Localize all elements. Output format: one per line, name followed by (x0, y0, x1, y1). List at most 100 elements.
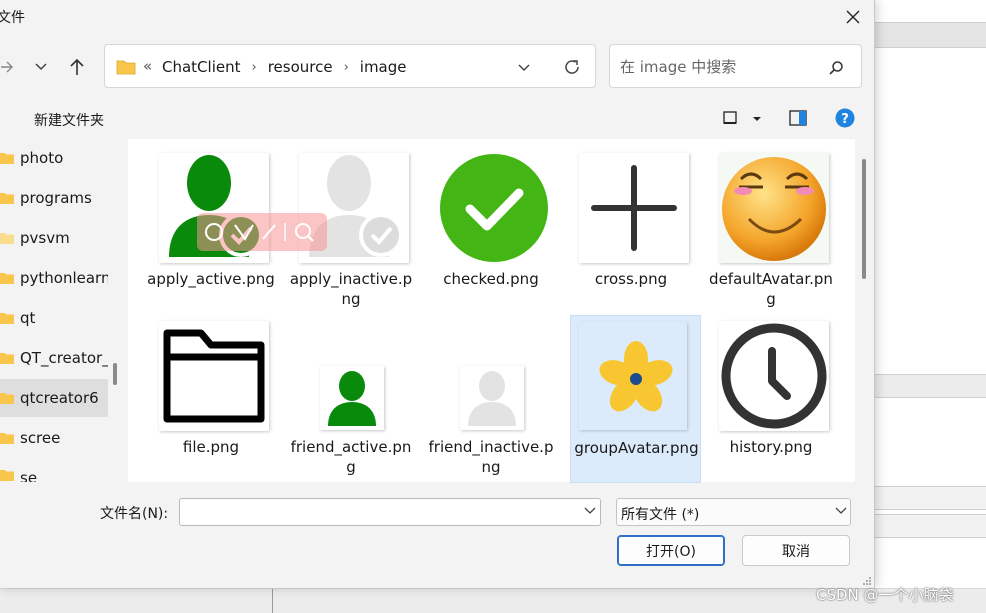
file-item-file[interactable]: file.png (152, 307, 270, 473)
folder-icon (0, 393, 14, 404)
breadcrumb-item[interactable]: image (357, 58, 410, 76)
command-bar: 新建文件夹 ? (0, 100, 874, 138)
sidebar-item-pvsvm[interactable]: pvsvm (0, 219, 108, 257)
background-row (874, 514, 986, 538)
chevron-down-icon[interactable] (517, 63, 531, 73)
sidebar-item-label: pvsvm (20, 229, 70, 247)
preview-pane-icon (789, 110, 807, 126)
filename-input[interactable] (186, 503, 570, 523)
svg-text:?: ? (841, 112, 849, 127)
file-item-group-avatar[interactable]: groupAvatar.png (570, 315, 701, 483)
close-icon (846, 10, 860, 24)
sidebar-item-label: QT_creator_ (20, 349, 108, 367)
file-name: history.png (729, 438, 813, 456)
filename-combobox[interactable] (179, 498, 601, 526)
folder-outline-icon (159, 321, 269, 431)
file-list: apply_active.png apply_inactive.png chec… (128, 139, 855, 483)
file-item-history[interactable]: history.png (712, 307, 830, 473)
file-name: friend_inactive.png (428, 438, 554, 476)
folder-icon (116, 60, 136, 75)
smiley-face-icon (719, 153, 829, 263)
flower-icon (579, 322, 687, 430)
folder-icon (0, 193, 14, 204)
filename-label: 文件名(N): (100, 506, 169, 522)
dialog-title: 文件 (0, 10, 25, 26)
green-user-icon (320, 366, 384, 430)
file-item-default-avatar[interactable]: defaultAvatar.png (709, 139, 833, 308)
scrollbar-thumb[interactable] (862, 159, 866, 279)
background-panel-header (874, 374, 986, 398)
search-box[interactable] (609, 44, 862, 88)
green-check-circle-icon (439, 153, 549, 263)
file-name: file.png (182, 438, 240, 456)
cancel-button[interactable]: 取消 (742, 535, 850, 566)
folder-icon (0, 233, 14, 244)
divider (272, 589, 273, 613)
background-app (874, 0, 986, 612)
sidebar-item-pythonlearn[interactable]: pythonlearn (0, 259, 108, 297)
file-type-select[interactable]: 所有文件 (*) (616, 498, 851, 526)
chevron-down-icon (35, 63, 47, 71)
sidebar-item-se[interactable]: se (0, 459, 108, 482)
close-button[interactable] (838, 2, 868, 32)
sidebar-item-label: se (20, 469, 38, 482)
background-toolbar (874, 22, 986, 48)
breadcrumb-item[interactable]: ChatClient (159, 58, 243, 76)
breadcrumb-item[interactable]: resource (265, 58, 336, 76)
sidebar-item-programs[interactable]: programs (0, 179, 108, 217)
help-button[interactable]: ? (835, 108, 855, 132)
sidebar-item-qtcreator6[interactable]: qtcreator6 (0, 379, 108, 417)
view-layout-icon (723, 111, 737, 124)
plus-cross-icon (579, 153, 689, 263)
breadcrumb: ChatClient › resource › image (159, 58, 410, 76)
folder-icon (0, 433, 14, 444)
sidebar-item-qt-creator[interactable]: QT_creator_ (0, 339, 108, 377)
folder-icon (0, 273, 14, 284)
file-name: defaultAvatar.png (709, 270, 833, 308)
arrow-right-icon (1, 61, 13, 73)
file-name: friend_active.png (290, 438, 412, 476)
forward-button[interactable] (0, 54, 20, 80)
file-item-cross[interactable]: cross.png (572, 139, 690, 305)
sidebar-item-label: qt (20, 309, 36, 327)
content-scrollbar[interactable] (856, 139, 874, 482)
recent-locations-button[interactable] (28, 54, 54, 80)
file-name: groupAvatar.png (574, 439, 699, 457)
sidebar-item-label: qtcreator6 (20, 389, 99, 407)
title-bar: 文件 (0, 0, 874, 34)
refresh-icon[interactable] (563, 58, 581, 76)
sidebar-item-qt[interactable]: qt (0, 299, 108, 337)
file-item-friend-active[interactable]: friend_active.png (291, 307, 411, 476)
file-name: cross.png (594, 270, 668, 288)
sidebar-item-photo[interactable]: photo (0, 139, 108, 177)
search-icon[interactable] (828, 60, 844, 76)
overflow-crumb[interactable]: « (143, 57, 152, 75)
preview-pane-button[interactable] (789, 110, 807, 130)
search-input[interactable] (618, 56, 822, 78)
clock-icon (719, 321, 829, 431)
file-name: checked.png (443, 270, 539, 288)
chevron-down-icon[interactable] (584, 507, 596, 515)
navigation-pane: photo programs pvsvm pythonlearn qt QT_c… (0, 139, 124, 482)
help-icon: ? (835, 108, 855, 128)
sidebar-item-label: photo (20, 149, 64, 167)
up-button[interactable] (64, 54, 90, 80)
new-folder-button[interactable]: 新建文件夹 (34, 110, 104, 130)
chevron-right-icon: › (251, 59, 257, 75)
sidebar-scrollbar[interactable] (113, 363, 117, 385)
chevron-right-icon: › (343, 59, 349, 75)
background-row (874, 486, 986, 510)
view-options-button[interactable] (722, 110, 766, 130)
address-bar[interactable]: « ChatClient › resource › image (104, 44, 596, 88)
watermark: CSDN @一个小脑袋 (816, 586, 954, 604)
file-item-friend-inactive[interactable]: friend_inactive.png (429, 307, 553, 476)
file-item-checked[interactable]: checked.png (432, 139, 550, 305)
file-type-value: 所有文件 (*) (621, 507, 700, 523)
open-button[interactable]: 打开(O) (617, 535, 725, 566)
folder-icon (0, 153, 14, 164)
sidebar-item-label: pythonlearn (20, 269, 108, 287)
file-name: apply_inactive.png (289, 270, 413, 308)
sidebar-item-scree[interactable]: scree (0, 419, 108, 457)
capture-tools-icon (205, 223, 314, 242)
gray-user-icon (460, 366, 524, 430)
